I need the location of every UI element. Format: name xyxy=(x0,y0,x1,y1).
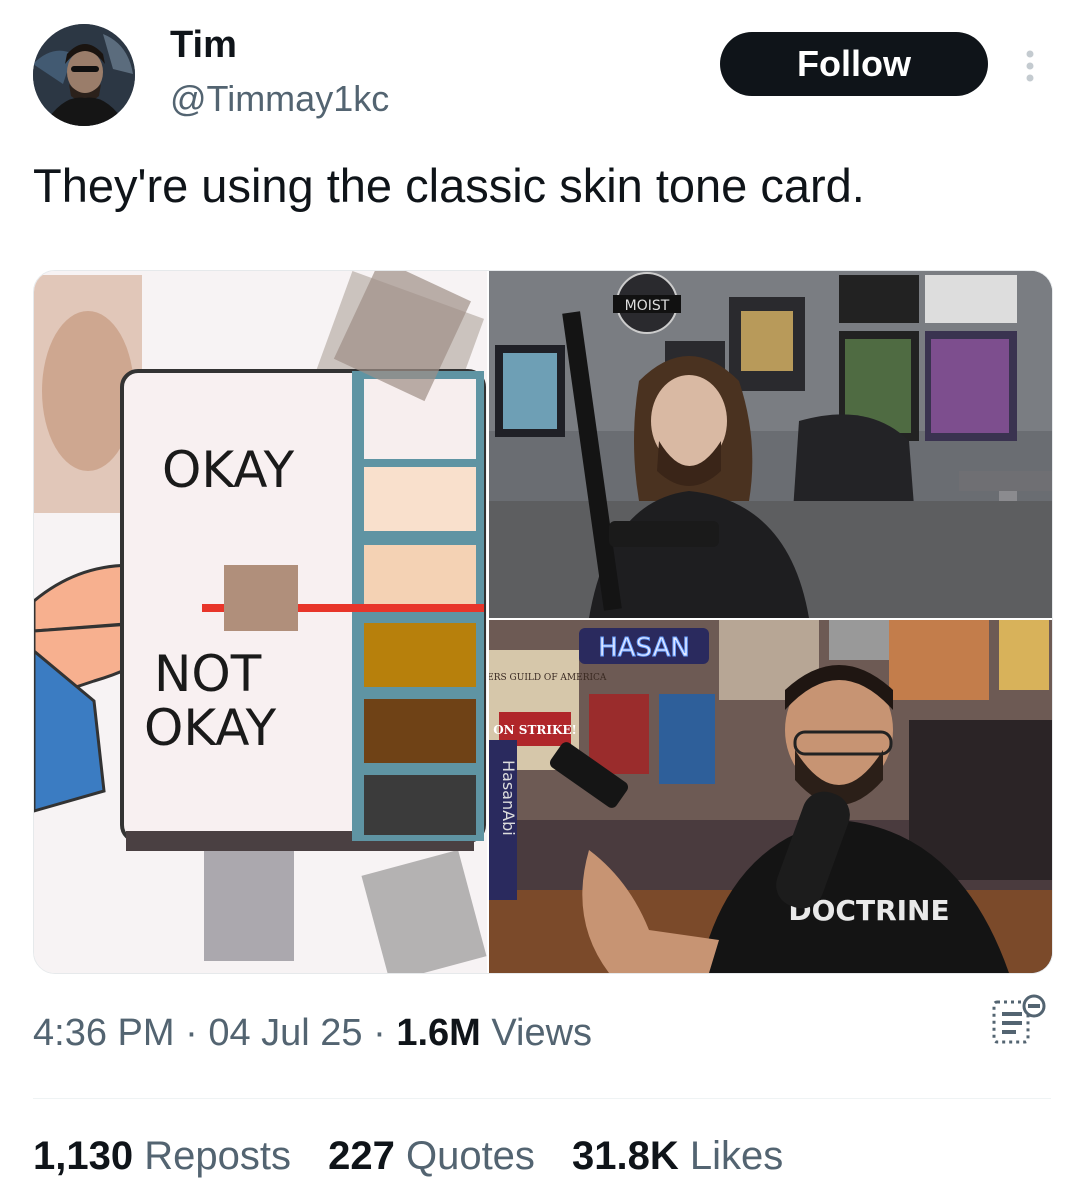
tweet-text: They're using the classic skin tone card… xyxy=(33,159,865,212)
author-handle[interactable]: @Timmay1kc xyxy=(170,78,389,120)
author-name[interactable]: Tim xyxy=(170,24,237,67)
likes-label: Likes xyxy=(678,1134,784,1178)
tweet-time[interactable]: 4:36 PM xyxy=(33,1012,175,1054)
card-not-label: NOT xyxy=(154,645,262,703)
tweet-meta: 4:36 PM · 04 Jul 25 · 1.6M Views xyxy=(33,1012,592,1055)
card-okay-label-2: OKAY xyxy=(144,699,277,757)
stream-image-bottom[interactable]: WRITERS GUILD OF AMERICA ON STRIKE! HASA… xyxy=(489,620,1052,973)
views-count: 1.6M xyxy=(396,1012,481,1054)
meta-separator: · xyxy=(362,1012,397,1054)
tweet-date[interactable]: 04 Jul 25 xyxy=(208,1012,362,1054)
writers-guild-sign: WRITERS GUILD OF AMERICA xyxy=(489,673,607,683)
quotes-stat[interactable]: 227 Quotes xyxy=(328,1134,535,1178)
analytics-icon[interactable] xyxy=(990,990,1050,1050)
card-okay-label: OKAY xyxy=(162,441,295,499)
follow-button[interactable]: Follow xyxy=(720,32,988,96)
divider xyxy=(33,1098,1051,1099)
tweet-media[interactable]: OKAY NOT OKAY MOIST RS GUILD OF AMERICA … xyxy=(33,270,1053,974)
author-avatar[interactable] xyxy=(33,24,135,126)
more-vertical-icon[interactable] xyxy=(1012,44,1048,88)
reposts-label: Reposts xyxy=(133,1134,291,1178)
hasan-sign: HASAN xyxy=(598,633,690,663)
quotes-label: Quotes xyxy=(394,1134,535,1178)
reposts-count: 1,130 xyxy=(33,1134,134,1178)
reposts-stat[interactable]: 1,130 Reposts xyxy=(33,1134,291,1178)
quotes-count: 227 xyxy=(328,1134,395,1178)
strike-sign: ON STRIKE! xyxy=(493,723,577,737)
likes-stat[interactable]: 31.8K Likes xyxy=(572,1134,783,1178)
meme-image[interactable]: OKAY NOT OKAY xyxy=(34,271,487,973)
likes-count: 31.8K xyxy=(572,1134,679,1178)
views-label: Views xyxy=(480,1012,593,1054)
tweet-stats: 1,130 Reposts 227 Quotes 31.8K Likes xyxy=(33,1134,809,1179)
stream-image-top[interactable]: MOIST xyxy=(489,271,1052,618)
meta-separator: · xyxy=(174,1012,209,1054)
hasanabi-banner: HasanAbi xyxy=(499,760,518,836)
moist-sign: MOIST xyxy=(625,298,670,314)
